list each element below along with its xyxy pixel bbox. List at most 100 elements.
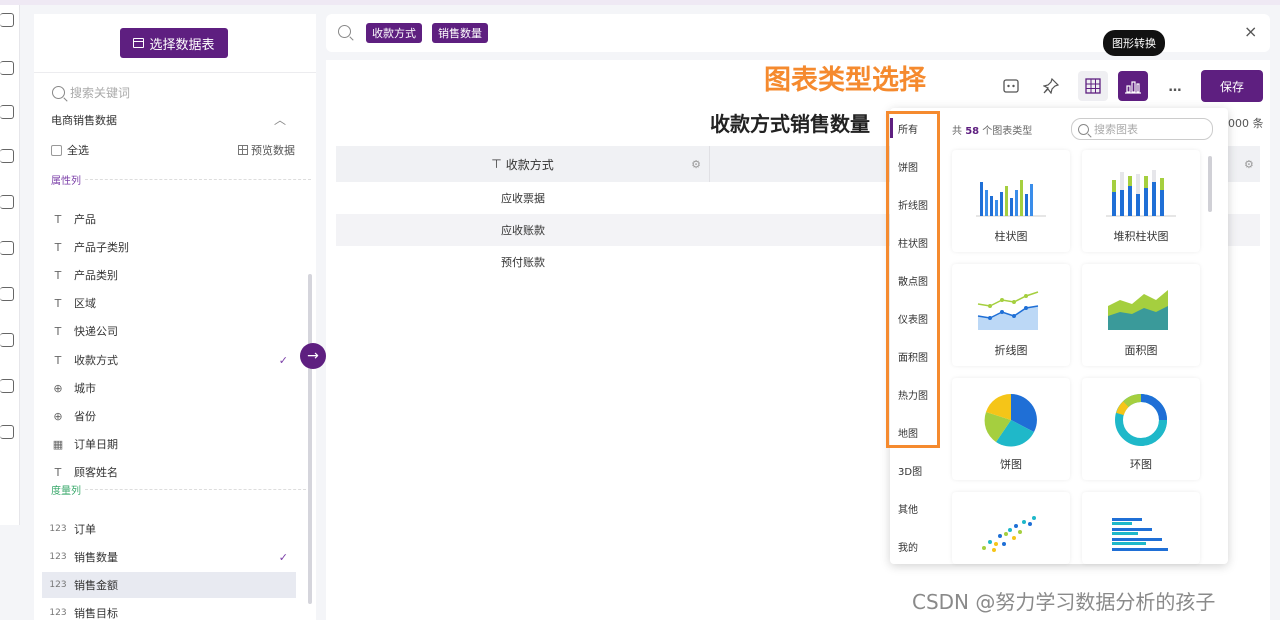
- count-number: 58: [965, 126, 980, 137]
- check-icon: ✓: [278, 550, 288, 564]
- chart-type-pie[interactable]: 饼图: [952, 378, 1070, 480]
- picker-scrollbar[interactable]: [1208, 156, 1212, 212]
- field-search-input[interactable]: 搜索关键词: [52, 82, 252, 102]
- grid-icon: [238, 145, 248, 155]
- chart-convert-button[interactable]: [1118, 71, 1148, 101]
- attribute-group-text: 属性列: [51, 176, 81, 187]
- chart-type-annotation: 图表类型选择: [764, 65, 926, 96]
- divider: [85, 489, 311, 490]
- field-label: 产品子类别: [74, 241, 129, 254]
- gear-icon[interactable]: ⚙: [1244, 158, 1254, 171]
- chart-category-item[interactable]: 3D图: [890, 460, 940, 480]
- chart-type-stacked-bar[interactable]: 堆积柱状图: [1082, 150, 1200, 252]
- pin-icon[interactable]: [1036, 71, 1066, 101]
- gear-icon[interactable]: ⚙: [691, 158, 701, 171]
- field-label: 省份: [74, 410, 96, 423]
- field-label: 快递公司: [74, 325, 118, 338]
- chart-category-item[interactable]: 我的: [890, 536, 940, 556]
- chart-type-bar[interactable]: 柱状图: [952, 150, 1070, 252]
- field-type-icon: T: [54, 353, 62, 367]
- field-label: 销售目标: [74, 607, 118, 620]
- select-all-checkbox[interactable]: 全选: [51, 142, 89, 158]
- chart-type-donut[interactable]: 环图: [1082, 378, 1200, 480]
- settings-icon[interactable]: [0, 425, 14, 439]
- field-item[interactable]: ⊕ 省份: [42, 403, 296, 429]
- field-item[interactable]: T 产品类别: [42, 262, 296, 288]
- check-icon: ✓: [278, 353, 288, 367]
- field-label: 销售金额: [74, 579, 118, 592]
- field-item[interactable]: ▦ 订单日期: [42, 431, 296, 457]
- select-table-label: 选择数据表: [149, 37, 215, 53]
- chart-search-input[interactable]: 搜索图表: [1071, 118, 1213, 140]
- chart-type-area[interactable]: 面积图: [1082, 264, 1200, 366]
- more-icon[interactable]: …: [1160, 72, 1190, 102]
- search-icon: [52, 85, 65, 99]
- home-icon[interactable]: [0, 13, 14, 27]
- field-item[interactable]: T 区域: [42, 290, 296, 316]
- search-nav-icon[interactable]: [0, 105, 14, 119]
- chart-type-horizontal-bar[interactable]: [1082, 492, 1200, 564]
- table-view-button[interactable]: [1078, 71, 1108, 101]
- table-icon[interactable]: [0, 241, 14, 255]
- chevron-up-icon[interactable]: ︿: [274, 111, 286, 128]
- select-all-label: 全选: [67, 144, 89, 157]
- field-item[interactable]: 123 订单: [42, 516, 296, 542]
- dataset-name: 电商销售数据: [51, 114, 117, 127]
- scatter-chart-icon: [982, 516, 1036, 552]
- field-item[interactable]: 123 销售金额: [42, 572, 296, 598]
- measure-group-text: 度量列: [51, 486, 81, 497]
- bar-chart-icon: [976, 180, 1046, 217]
- query-pill[interactable]: 销售数量: [432, 23, 488, 43]
- collapse-arrow-button[interactable]: →: [300, 343, 326, 369]
- watermark: CSDN @努力学习数据分析的孩子: [912, 590, 1216, 614]
- app-nav-rail: [0, 5, 20, 525]
- divider: [85, 179, 311, 180]
- field-type-icon: ▦: [52, 437, 64, 451]
- field-item[interactable]: T 产品: [42, 206, 296, 232]
- chart-type-line[interactable]: 折线图: [952, 264, 1070, 366]
- field-type-icon: T: [54, 296, 62, 310]
- field-item[interactable]: T 快递公司: [42, 318, 296, 344]
- table-cell: 应收票据: [501, 192, 545, 205]
- field-item[interactable]: ⊕ 城市: [42, 375, 296, 401]
- field-item[interactable]: 123 销售数量 ✓: [42, 544, 296, 570]
- chart-type-label: 折线图: [994, 344, 1028, 357]
- query-pill[interactable]: 收款方式: [366, 23, 422, 43]
- import-icon[interactable]: [0, 287, 14, 301]
- select-table-button[interactable]: 选择数据表: [120, 28, 228, 58]
- field-label: 区域: [74, 297, 96, 310]
- field-search-placeholder: 搜索关键词: [70, 85, 131, 100]
- database-icon[interactable]: [0, 379, 14, 393]
- column-header[interactable]: ⊤ 收款方式 ⚙: [336, 146, 710, 182]
- chart-type-label: 环图: [1130, 458, 1152, 471]
- report-icon[interactable]: [0, 149, 14, 163]
- chart-type-label: 面积图: [1124, 344, 1158, 357]
- search-icon: [338, 25, 351, 38]
- save-button[interactable]: 保存: [1201, 70, 1263, 102]
- field-item[interactable]: T 收款方式 ✓: [42, 347, 296, 373]
- field-label: 收款方式: [74, 354, 118, 367]
- field-label: 产品: [74, 213, 96, 226]
- preview-data-button[interactable]: 预览数据: [238, 142, 295, 158]
- chart-type-scatter[interactable]: [952, 492, 1070, 564]
- file-icon[interactable]: [0, 333, 14, 347]
- close-icon[interactable]: ×: [1244, 22, 1257, 41]
- bot-icon[interactable]: [0, 61, 14, 75]
- field-type-icon: T: [54, 212, 62, 226]
- field-label: 产品类别: [74, 269, 118, 282]
- field-label: 城市: [74, 382, 96, 395]
- line-chart-icon: [977, 291, 1039, 330]
- formula-icon[interactable]: [996, 71, 1026, 101]
- checkbox-icon: [51, 144, 62, 156]
- chat-icon[interactable]: [0, 195, 14, 209]
- field-item[interactable]: 123 销售目标: [42, 600, 296, 620]
- field-type-icon: ⊕: [53, 381, 63, 395]
- panel-scrollbar[interactable]: [308, 274, 312, 604]
- field-item[interactable]: T 产品子类别: [42, 234, 296, 260]
- chart-type-label: 柱状图: [994, 230, 1028, 243]
- chart-convert-tooltip: 图形转换: [1103, 30, 1165, 56]
- annotation-highlight-box: [886, 111, 940, 448]
- chart-category-item[interactable]: 其他: [890, 498, 940, 518]
- field-label: 顾客姓名: [74, 466, 118, 479]
- attribute-group-label: 属性列: [51, 172, 311, 187]
